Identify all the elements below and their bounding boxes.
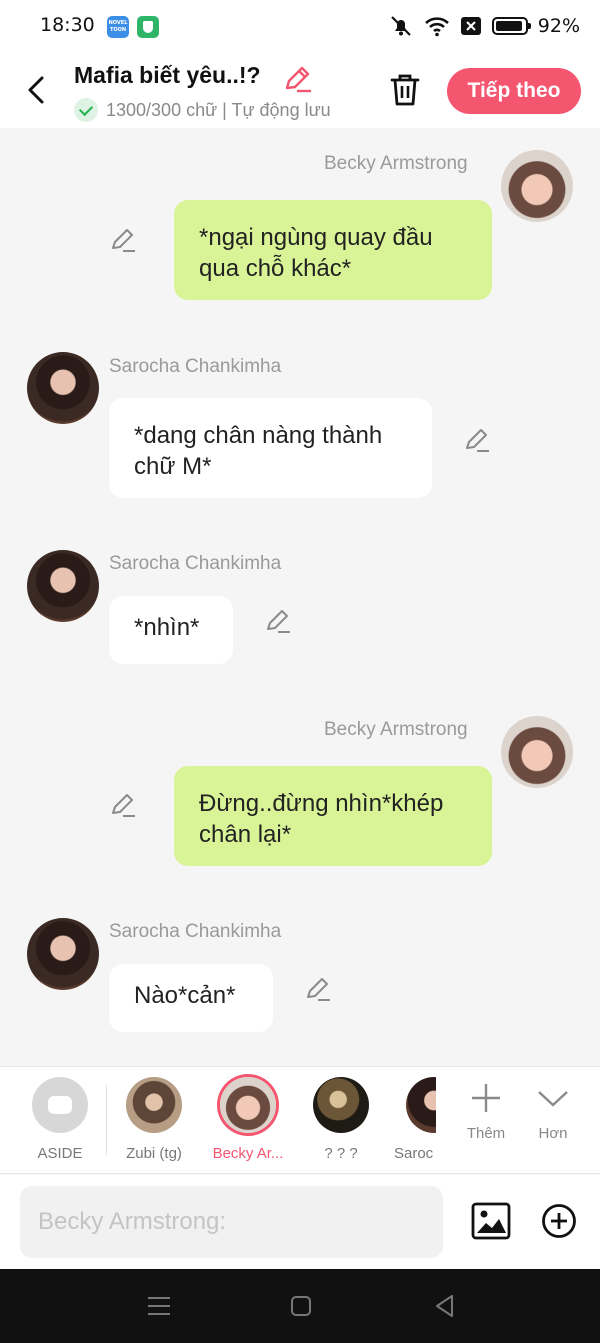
status-time: 18:30: [40, 14, 95, 36]
more-label: Hơn: [538, 1125, 568, 1142]
character-becky[interactable]: Becky Ar...: [206, 1077, 290, 1162]
wifi-icon: [424, 17, 449, 37]
speaker-name: Becky Armstrong: [324, 153, 468, 174]
avatar: [313, 1077, 369, 1133]
plus-icon: [472, 1084, 500, 1112]
avatar: [126, 1077, 182, 1133]
avatar[interactable]: [27, 550, 99, 622]
back-nav-icon[interactable]: [432, 1293, 458, 1319]
aside-icon: [32, 1077, 88, 1133]
chevron-down-icon: [538, 1091, 568, 1107]
add-character-button[interactable]: Thêm: [456, 1081, 516, 1142]
character-label: ASIDE: [37, 1145, 83, 1162]
add-circle-icon[interactable]: [541, 1203, 577, 1239]
character-label: Zubi (tg): [126, 1145, 182, 1162]
avatar: [406, 1077, 436, 1133]
avatar[interactable]: [501, 150, 573, 222]
message-bubble[interactable]: *ngại ngùng quay đầu qua chỗ khác*: [174, 200, 492, 300]
more-button[interactable]: Hơn: [523, 1081, 583, 1142]
editor-header: Mafia biết yêu..!? 1300/300 chữ | Tự độn…: [0, 54, 600, 128]
message-bubble[interactable]: Đừng..đừng nhìn*khép chân lại*: [174, 766, 492, 866]
message-bubble[interactable]: Nào*cản*: [109, 964, 273, 1032]
shield-app-icon: [137, 16, 159, 38]
character-unknown[interactable]: ? ? ?: [299, 1077, 383, 1162]
message-bubble[interactable]: *nhìn*: [109, 596, 233, 664]
word-count-autosave: 1300/300 chữ | Tự động lưu: [106, 99, 331, 120]
check-icon: [74, 98, 98, 122]
trash-icon[interactable]: [388, 72, 422, 108]
avatar[interactable]: [27, 352, 99, 424]
edit-title-icon[interactable]: [282, 64, 312, 94]
avatar: [220, 1077, 276, 1133]
message-bubble[interactable]: *dang chân nàng thành chữ M*: [109, 398, 432, 498]
no-sim-icon: [460, 17, 481, 35]
back-icon[interactable]: [20, 70, 54, 110]
home-icon[interactable]: [288, 1293, 314, 1319]
character-selector: ASIDE Zubi (tg) Becky Ar... ? ? ? Saroc …: [0, 1066, 600, 1174]
edit-message-icon[interactable]: [109, 791, 137, 819]
divider: [106, 1085, 107, 1155]
character-label: Becky Ar...: [212, 1145, 284, 1162]
image-icon[interactable]: [471, 1202, 511, 1240]
edit-message-icon[interactable]: [463, 426, 491, 454]
battery-percent: 92%: [537, 15, 580, 37]
mute-icon: [390, 16, 411, 36]
edit-message-icon[interactable]: [304, 975, 332, 1003]
battery-icon: [491, 17, 531, 35]
character-label: Saroc: [394, 1145, 434, 1162]
menu-icon[interactable]: [146, 1293, 172, 1319]
save-status: 1300/300 chữ | Tự động lưu: [74, 98, 331, 122]
character-aside[interactable]: ASIDE: [18, 1077, 102, 1162]
add-label: Thêm: [466, 1125, 506, 1142]
message-input[interactable]: [20, 1186, 443, 1258]
speaker-name: Sarocha Chankimha: [109, 553, 282, 574]
next-button[interactable]: Tiếp theo: [447, 68, 581, 114]
status-icons: 92%: [388, 14, 580, 38]
system-nav-bar: [0, 1269, 600, 1343]
composer: [0, 1175, 600, 1269]
avatar[interactable]: [27, 918, 99, 990]
speaker-name: Sarocha Chankimha: [109, 921, 282, 942]
story-title: Mafia biết yêu..!?: [74, 62, 261, 88]
edit-message-icon[interactable]: [109, 226, 137, 254]
edit-message-icon[interactable]: [264, 607, 292, 635]
character-zubi[interactable]: Zubi (tg): [112, 1077, 196, 1162]
novel-toon-app-icon: NOVEL TOON: [107, 16, 129, 38]
character-sarocha[interactable]: Saroc: [392, 1077, 436, 1162]
status-bar: 18:30 NOVEL TOON 92%: [0, 0, 600, 54]
character-label: ? ? ?: [324, 1145, 358, 1162]
avatar[interactable]: [501, 716, 573, 788]
speaker-name: Sarocha Chankimha: [109, 356, 282, 377]
speaker-name: Becky Armstrong: [324, 719, 468, 740]
